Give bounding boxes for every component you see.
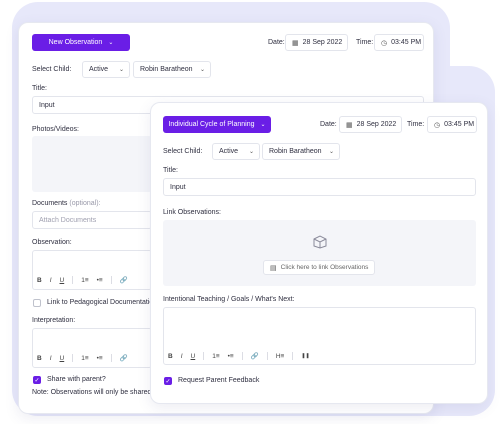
chevron-down-icon: ⌄ <box>260 122 266 128</box>
link-icon[interactable]: 🔗 <box>120 354 128 362</box>
share-with-parent-label: Share with parent? <box>47 376 106 383</box>
child-value: Robin Baratheon <box>269 148 322 155</box>
ordered-list-button[interactable]: 1≡ <box>81 355 88 362</box>
link-observations-label: Link Observations: <box>163 209 221 216</box>
toolbar-divider <box>72 354 74 362</box>
toolbar-divider <box>72 276 74 284</box>
intentional-teaching-label: Intentional Teaching / Goals / What's Ne… <box>163 296 295 303</box>
date-label: Date: <box>268 39 285 46</box>
request-feedback-label: Request Parent Feedback <box>178 377 260 384</box>
time-field[interactable]: ◷ 03:45 PM <box>427 116 477 133</box>
time-value: 03:45 PM <box>444 121 475 128</box>
child-select[interactable]: Robin Baratheon ⌄ <box>262 143 340 160</box>
ordered-list-button[interactable]: 1≡ <box>212 353 219 360</box>
chevron-down-icon: ⌄ <box>118 67 124 73</box>
photos-videos-label: Photos/Videos: <box>32 126 79 133</box>
cycle-of-planning-button[interactable]: Individual Cycle of Planning ⌄ <box>163 116 271 133</box>
underline-button[interactable]: U <box>60 355 65 362</box>
clock-icon: ◷ <box>434 121 441 129</box>
interpretation-toolbar: B I U 1≡ •≡ 🔗 <box>37 354 128 362</box>
child-select[interactable]: Robin Baratheon ⌄ <box>133 61 211 78</box>
toolbar-divider <box>203 352 205 360</box>
request-feedback-checkbox[interactable]: ✓ <box>164 377 172 385</box>
clock-icon: ◷ <box>381 39 388 47</box>
observation-label: Observation: <box>32 239 72 246</box>
link-observations-button[interactable]: ▤ Click here to link Observations <box>263 260 375 275</box>
interpretation-label: Interpretation: <box>32 317 76 324</box>
toolbar-divider <box>110 276 112 284</box>
cycle-of-planning-label: Individual Cycle of Planning <box>168 121 255 128</box>
document-icon: ▤ <box>270 264 277 272</box>
title-label: Title: <box>163 167 178 174</box>
date-label: Date: <box>320 121 337 128</box>
bold-button[interactable]: B <box>168 353 173 360</box>
select-child-label: Select Child: <box>32 66 72 73</box>
status-select[interactable]: Active ⌄ <box>82 61 130 78</box>
bullet-list-button[interactable]: •≡ <box>97 277 103 284</box>
title-value: Input <box>170 183 186 191</box>
link-icon[interactable]: 🔗 <box>251 352 259 360</box>
toolbar-divider <box>241 352 243 360</box>
status-value: Active <box>219 148 239 155</box>
attach-documents-input[interactable]: Attach Documents <box>32 211 152 229</box>
box-icon <box>313 235 327 249</box>
documents-label: Documents (optional): <box>32 200 101 207</box>
link-observations-button-label: Click here to link Observations <box>280 264 369 271</box>
cycle-of-planning-form: Individual Cycle of Planning ⌄ Date: ▦ 2… <box>150 102 488 404</box>
photos-dropzone[interactable] <box>32 136 152 192</box>
bold-button[interactable]: B <box>37 277 42 284</box>
italic-button[interactable]: I <box>181 353 183 360</box>
date-field[interactable]: ▦ 28 Sep 2022 <box>285 34 348 51</box>
bullet-list-button[interactable]: •≡ <box>97 355 103 362</box>
link-icon[interactable]: 🔗 <box>120 276 128 284</box>
observation-toolbar: B I U 1≡ •≡ 🔗 <box>37 276 128 284</box>
pause-icon[interactable]: ❚❚ <box>301 353 309 359</box>
date-value: 28 Sep 2022 <box>302 39 343 46</box>
date-value: 28 Sep 2022 <box>356 121 397 128</box>
share-with-parent-checkbox[interactable]: ✓ <box>33 376 41 384</box>
share-note: Note: Observations will only be shared <box>32 389 152 396</box>
link-pedagogical-checkbox[interactable] <box>33 299 41 307</box>
toolbar-divider <box>110 354 112 362</box>
time-label: Time: <box>356 39 374 46</box>
ordered-list-button[interactable]: 1≡ <box>81 277 88 284</box>
observation-editor[interactable] <box>32 250 152 290</box>
time-label: Time: <box>407 121 425 128</box>
bold-button[interactable]: B <box>37 355 42 362</box>
documents-optional-text: (optional): <box>69 200 101 207</box>
title-label: Title: <box>32 85 47 92</box>
select-child-label: Select Child: <box>163 148 203 155</box>
heading-button[interactable]: H≡ <box>276 353 285 360</box>
status-value: Active <box>89 66 109 73</box>
chevron-down-icon: ⌄ <box>328 149 334 155</box>
date-field[interactable]: ▦ 28 Sep 2022 <box>339 116 402 133</box>
toolbar-divider <box>292 352 294 360</box>
chevron-down-icon: ⌄ <box>108 40 114 46</box>
time-field[interactable]: ◷ 03:45 PM <box>374 34 424 51</box>
child-value: Robin Baratheon <box>140 66 193 73</box>
documents-label-text: Documents <box>32 200 68 207</box>
underline-button[interactable]: U <box>60 277 65 284</box>
status-select[interactable]: Active ⌄ <box>212 143 260 160</box>
underline-button[interactable]: U <box>191 353 196 360</box>
bullet-list-button[interactable]: •≡ <box>228 353 234 360</box>
interpretation-editor[interactable] <box>32 328 152 368</box>
toolbar-divider <box>266 352 268 360</box>
new-observation-label: New Observation <box>48 39 103 46</box>
calendar-icon: ▦ <box>292 39 299 47</box>
calendar-icon: ▦ <box>346 121 353 129</box>
link-observations-dropzone: ▤ Click here to link Observations <box>163 220 476 286</box>
link-pedagogical-label: Link to Pedagogical Documentatio <box>47 299 154 306</box>
title-input[interactable]: Input <box>163 178 476 196</box>
italic-button[interactable]: I <box>50 355 52 362</box>
attach-documents-placeholder: Attach Documents <box>39 216 97 224</box>
chevron-down-icon: ⌄ <box>248 149 254 155</box>
italic-button[interactable]: I <box>50 277 52 284</box>
title-value: Input <box>39 101 55 109</box>
time-value: 03:45 PM <box>391 39 422 46</box>
new-observation-button[interactable]: New Observation ⌄ <box>32 34 130 51</box>
intentional-teaching-toolbar: B I U 1≡ •≡ 🔗 H≡ ❚❚ <box>168 352 310 360</box>
chevron-down-icon: ⌄ <box>199 67 205 73</box>
